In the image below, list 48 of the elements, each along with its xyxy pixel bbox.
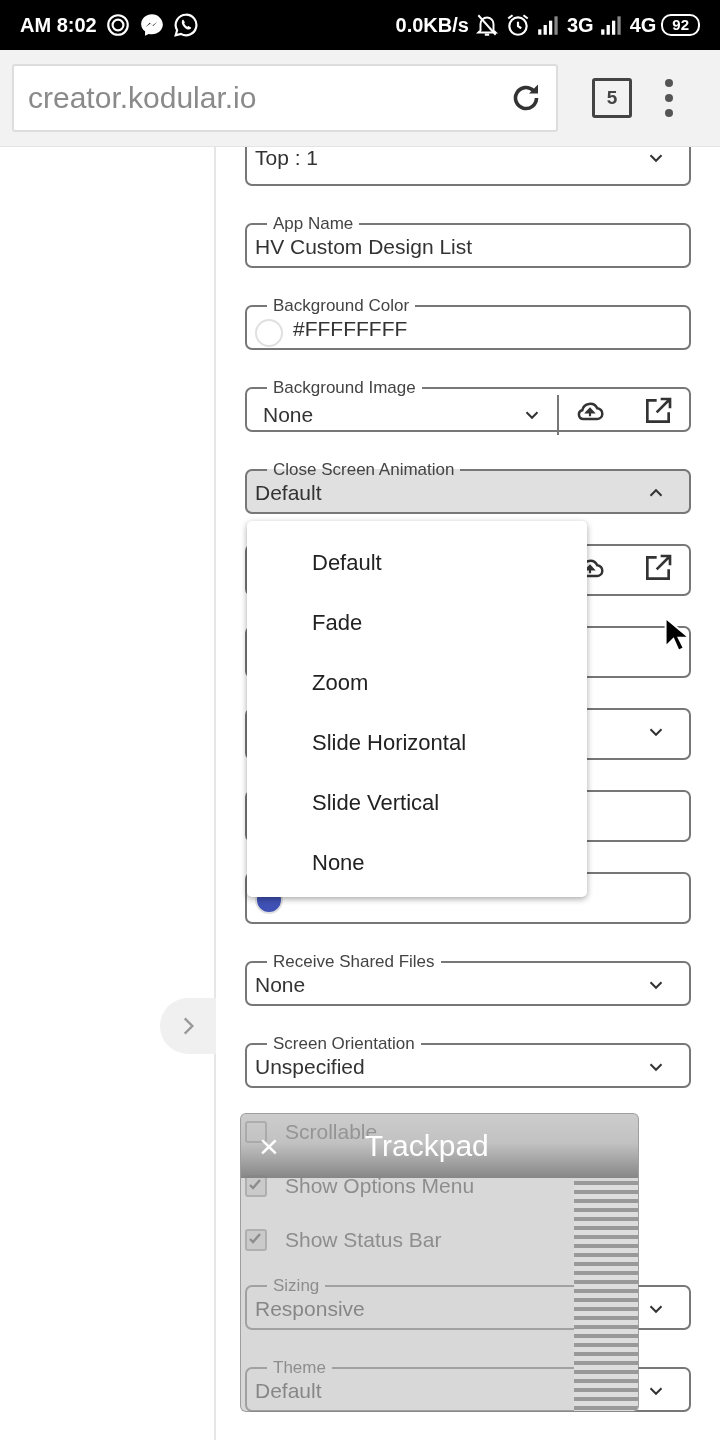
select-field[interactable]: Receive Shared Files None <box>245 954 691 1006</box>
select-field[interactable]: Close Screen Animation Default <box>245 462 691 514</box>
ring-icon <box>104 12 131 38</box>
checkbox-label: Show Options Menu <box>285 1174 475 1198</box>
menu-item[interactable]: Slide Vertical <box>247 773 587 833</box>
field-label: Background Color <box>272 298 411 314</box>
field-label: Screen Orientation <box>272 1036 416 1052</box>
checkbox-label: Show Status Bar <box>285 1228 442 1252</box>
chat-bubble-icon <box>138 12 165 38</box>
field-value: Top : 1 <box>255 147 320 170</box>
tab-count-button[interactable]: 5 <box>592 78 632 118</box>
select-field[interactable]: Screen Orientation Unspecified <box>245 1036 691 1088</box>
url-text: creator.kodular.io <box>28 81 257 115</box>
field-label: Theme <box>272 1360 327 1376</box>
asset-field[interactable]: Background Image None <box>245 380 691 432</box>
select-field[interactable]: Top : 1 <box>245 147 691 186</box>
field-label: App Name <box>272 216 355 232</box>
field-label: Background Image <box>272 380 417 396</box>
field-value: Default <box>255 481 323 505</box>
menu-item[interactable]: Slide Horizontal <box>247 713 587 773</box>
field-value: HV Custom Design List <box>255 235 474 259</box>
checkbox[interactable] <box>245 1175 267 1197</box>
more-menu-icon[interactable] <box>664 78 674 118</box>
menu-item[interactable]: Fade <box>247 593 587 653</box>
field-value: #FFFFFFFF <box>293 317 409 341</box>
panel-toggle-button[interactable] <box>160 998 216 1054</box>
color-field[interactable]: Background Color #FFFFFFFF <box>245 298 691 350</box>
field-value: Default <box>255 1379 323 1403</box>
text-field[interactable]: App Name HV Custom Design List <box>245 216 691 268</box>
field-label: Close Screen Animation <box>272 462 456 478</box>
field-label: Sizing <box>272 1278 321 1294</box>
field-value: None <box>255 973 307 997</box>
color-swatch[interactable] <box>255 319 283 347</box>
field-label: Receive Shared Files <box>272 954 436 970</box>
phone-bubble-icon <box>172 12 199 38</box>
menu-item[interactable]: Default <box>247 533 587 593</box>
network-speed: 0.0KB/s <box>395 13 469 37</box>
battery-indicator: 92 <box>661 14 700 36</box>
menu-item[interactable]: Zoom <box>247 653 587 713</box>
network-type: 4G <box>629 13 657 37</box>
field-value: Responsive <box>255 1297 366 1321</box>
clock-time: AM 8:02 <box>20 13 97 37</box>
menu-item[interactable]: None <box>247 833 587 893</box>
field-value: None <box>263 402 315 427</box>
checkbox[interactable] <box>245 1229 267 1251</box>
network-type: 3G <box>566 13 594 37</box>
field-value: Unspecified <box>255 1055 366 1079</box>
muted-bell-icon <box>473 12 500 38</box>
